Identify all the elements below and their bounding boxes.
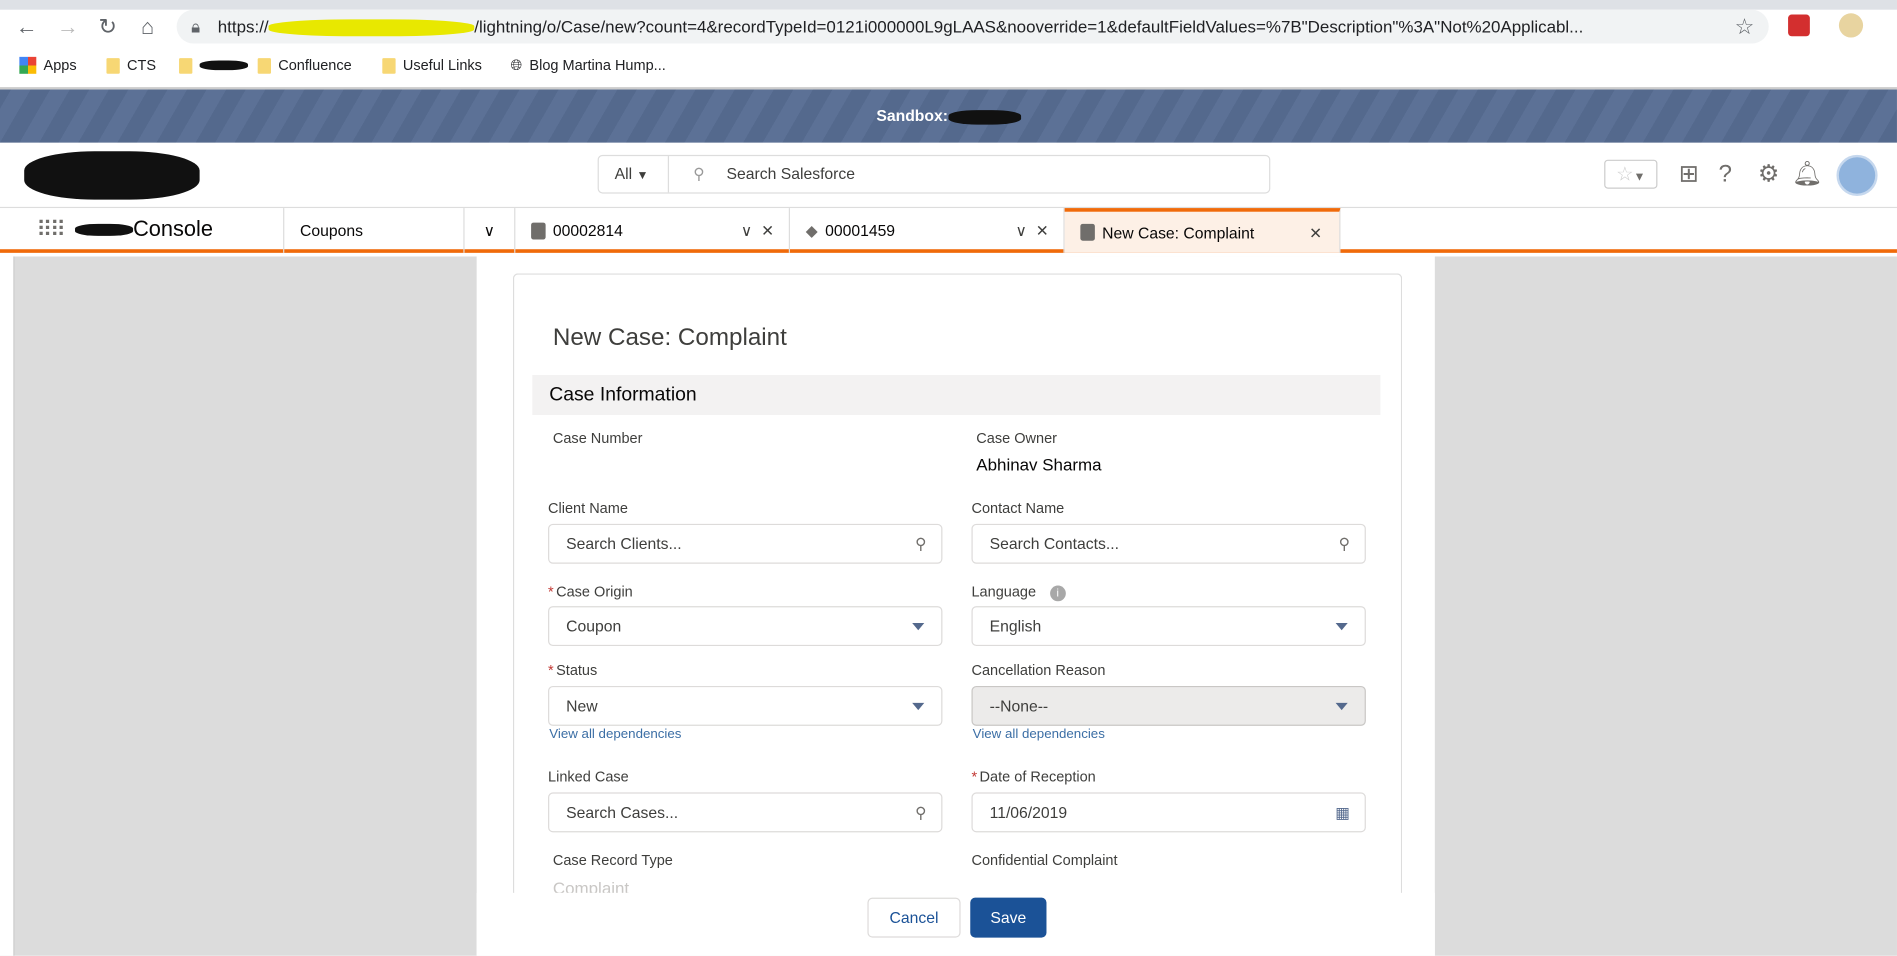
language-select[interactable]: English: [971, 606, 1366, 647]
help-icon[interactable]: ?: [1711, 160, 1740, 189]
tab-00001459[interactable]: ◆ 00001459 ∨ ✕: [790, 208, 1065, 253]
bookmark-redacted[interactable]: [179, 53, 249, 77]
nav-menu-chevron-icon[interactable]: ∨: [465, 208, 516, 253]
tab-actions-close-icon[interactable]: ∨ ✕: [1015, 208, 1048, 253]
dropdown-arrow-icon: [912, 702, 925, 711]
cancellation-reason-select[interactable]: --None--: [971, 685, 1366, 726]
favorites-star-icon[interactable]: ☆▼: [1604, 159, 1658, 189]
modal-title: New Case: Complaint: [552, 324, 787, 351]
case-number-label: Case Number: [552, 429, 643, 447]
confidential-complaint-label: Confidential Complaint: [971, 851, 1118, 869]
extension-icon[interactable]: [1788, 14, 1810, 37]
linked-case-label: Linked Case: [548, 768, 629, 786]
case-icon: [1080, 223, 1095, 241]
search-scope-select[interactable]: All ▼: [599, 156, 670, 193]
tab-actions-close-icon[interactable]: ∨ ✕: [741, 208, 774, 253]
cancellation-reason-label: Cancellation Reason: [971, 661, 1106, 679]
redacted-text: [199, 60, 249, 71]
back-icon[interactable]: ←: [12, 12, 41, 41]
tab-close-icon[interactable]: ✕: [1309, 210, 1322, 255]
utility-bar-toggle[interactable]: [0, 256, 15, 956]
nav-item-coupons[interactable]: Coupons: [283, 208, 465, 253]
dropdown-arrow-icon: [1335, 702, 1348, 711]
browser-tabstrip: [0, 0, 1897, 10]
section-header[interactable]: Case Information: [532, 375, 1381, 415]
language-label: Language i: [971, 583, 1066, 602]
calendar-icon[interactable]: ▦: [1335, 794, 1350, 832]
apps-grid-icon: [19, 56, 37, 74]
case-origin-label: * Case Origin: [548, 583, 633, 601]
contact-name-label: Contact Name: [971, 499, 1065, 517]
cancel-button[interactable]: Cancel: [867, 897, 961, 938]
tab-new-case-complaint[interactable]: New Case: Complaint ✕: [1064, 208, 1341, 255]
search-input[interactable]: Search Salesforce: [727, 156, 856, 192]
folder-icon: [106, 57, 120, 74]
notifications-bell-icon[interactable]: 🔔︎: [1792, 160, 1823, 189]
view-dependencies-link[interactable]: View all dependencies: [973, 727, 1105, 742]
date-of-reception-label: * Date of Reception: [971, 768, 1096, 786]
redacted-domain: [268, 19, 475, 37]
bookmark-blog[interactable]: 🌐︎ Blog Martina Hump...: [511, 53, 666, 77]
setup-gear-icon[interactable]: ⚙: [1754, 160, 1783, 189]
case-icon: [531, 221, 546, 239]
case-record-type-label: Case Record Type: [552, 851, 673, 869]
search-icon: ⚲: [693, 164, 705, 183]
global-actions-plus-icon[interactable]: ⊞: [1674, 160, 1703, 189]
bookmark-useful-links[interactable]: Useful Links: [382, 53, 482, 77]
case-owner-label: Case Owner: [976, 429, 1058, 447]
status-select[interactable]: New: [548, 685, 943, 726]
search-icon: ⚲: [915, 803, 927, 822]
case-owner-value: Abhinav Sharma: [976, 454, 1102, 475]
global-search[interactable]: All ▼ ⚲ Search Salesforce: [597, 154, 1271, 194]
folder-icon: [257, 57, 271, 74]
client-name-input[interactable]: Search Clients... ⚲: [548, 523, 943, 564]
redacted-text: [948, 109, 1021, 125]
bookmark-cts[interactable]: CTS: [106, 53, 156, 77]
app-name: Console: [75, 217, 213, 242]
org-logo: [24, 151, 200, 200]
client-name-label: Client Name: [548, 499, 628, 517]
tab-00002814[interactable]: 00002814 ∨ ✕: [515, 208, 790, 253]
search-icon: ⚲: [915, 534, 927, 553]
case-origin-select[interactable]: Coupon: [548, 606, 943, 647]
forward-icon[interactable]: →: [53, 12, 82, 41]
reload-icon[interactable]: ↻: [93, 12, 122, 41]
dropdown-arrow-icon: [912, 623, 925, 631]
profile-avatar[interactable]: [1838, 13, 1864, 38]
home-icon[interactable]: ⌂: [133, 12, 162, 41]
contact-name-input[interactable]: Search Contacts... ⚲: [971, 523, 1366, 564]
dropdown-arrow-icon: [1335, 623, 1348, 631]
globe-icon: 🌐︎: [510, 56, 523, 74]
folder-icon: [382, 57, 396, 74]
app-launcher-icon[interactable]: ⠿⠿: [36, 218, 66, 243]
bookmark-star-icon[interactable]: ☆: [1735, 10, 1755, 44]
sandbox-banner: Sandbox:: [0, 89, 1897, 143]
search-icon: ⚲: [1338, 534, 1351, 553]
lock-icon: 🔒︎: [191, 16, 201, 37]
chevron-down-icon: ▼: [636, 169, 649, 183]
linked-case-input[interactable]: Search Cases... ⚲: [548, 792, 943, 833]
save-button[interactable]: Save: [970, 897, 1047, 938]
diamond-icon: ◆: [805, 221, 818, 240]
view-dependencies-link[interactable]: View all dependencies: [549, 727, 681, 742]
address-bar[interactable]: 🔒︎ https:///lightning/o/Case/new?count=4…: [176, 9, 1769, 44]
status-label: * Status: [548, 661, 598, 679]
info-icon[interactable]: i: [1049, 585, 1066, 602]
date-of-reception-input[interactable]: 11/06/2019 ▦: [971, 792, 1366, 833]
user-avatar[interactable]: [1836, 154, 1878, 196]
bookmark-apps[interactable]: Apps: [19, 53, 77, 77]
folder-icon: [179, 57, 193, 74]
bookmark-confluence[interactable]: Confluence: [257, 53, 352, 77]
